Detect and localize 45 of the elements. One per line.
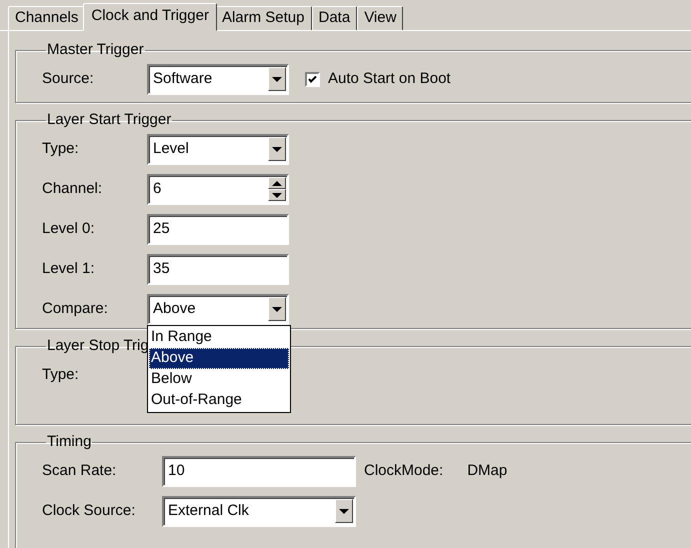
down-arrow-icon xyxy=(272,192,282,198)
spin-field[interactable]: 6 xyxy=(147,174,289,204)
field-label: Compare: xyxy=(42,300,109,318)
field-label: Type: xyxy=(42,366,80,384)
dropdown-option[interactable]: In Range xyxy=(149,326,289,348)
caret-icon xyxy=(339,508,349,514)
dropdown-arrow-button[interactable] xyxy=(268,67,286,91)
field-label: Type: xyxy=(42,140,80,158)
dropdown[interactable]: Level xyxy=(147,134,289,164)
tab[interactable]: Channels xyxy=(8,6,86,30)
group-title: Timing xyxy=(46,433,92,451)
spin-up-button[interactable] xyxy=(268,177,286,189)
field-value: DMap xyxy=(467,462,508,480)
dropdown-option[interactable]: Below xyxy=(149,368,289,390)
dropdown[interactable]: External Clk xyxy=(162,496,356,526)
caret-icon xyxy=(272,306,282,312)
dropdown[interactable]: Above xyxy=(147,294,289,324)
field-label: Clock Source: xyxy=(42,502,136,520)
field-label: ClockMode: xyxy=(364,462,444,480)
tab[interactable]: Clock and Trigger xyxy=(83,3,217,31)
input-field[interactable]: 10 xyxy=(162,456,356,486)
tab[interactable]: Data xyxy=(312,6,358,30)
dropdown-arrow-button[interactable] xyxy=(335,499,353,523)
spin-down-button[interactable] xyxy=(268,189,286,201)
check-icon xyxy=(307,74,318,84)
caret-icon xyxy=(272,146,282,152)
checkbox-label[interactable]: Auto Start on Boot xyxy=(328,70,451,88)
group-title: Layer Start Trigger xyxy=(46,111,172,129)
dropdown[interactable]: Software xyxy=(147,64,289,94)
input-field[interactable]: 25 xyxy=(147,214,289,244)
field-label: Source: xyxy=(42,70,95,88)
field-label: Scan Rate: xyxy=(42,462,118,480)
dropdown-option[interactable]: Out-of-Range xyxy=(149,390,289,410)
field-label: Level 0: xyxy=(42,220,96,238)
input-field[interactable]: 35 xyxy=(147,254,289,284)
group-title: Master Trigger xyxy=(46,41,145,59)
tab[interactable]: Alarm Setup xyxy=(214,6,312,30)
dropdown-arrow-button[interactable] xyxy=(268,297,286,321)
dropdown-arrow-button[interactable] xyxy=(268,137,286,161)
dropdown-option[interactable]: Above xyxy=(149,348,289,368)
tab[interactable]: View xyxy=(357,6,404,30)
field-label: Level 1: xyxy=(42,260,96,278)
caret-icon xyxy=(272,76,282,82)
checkbox[interactable] xyxy=(305,72,320,86)
field-label: Channel: xyxy=(42,180,104,198)
